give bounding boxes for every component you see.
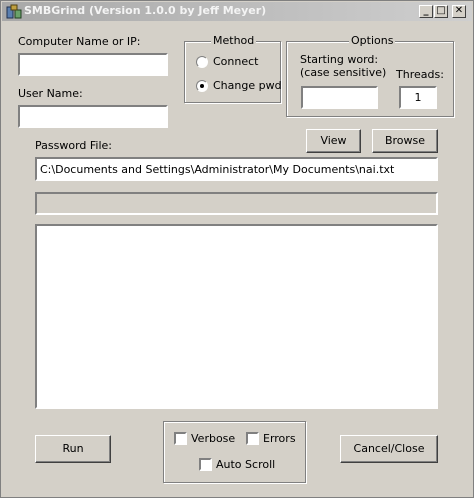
close-button[interactable]: ✕: [452, 5, 466, 18]
method-groupbox: [184, 41, 281, 103]
starting-word-field[interactable]: [301, 86, 378, 109]
close-icon: ✕: [454, 5, 464, 16]
progress-bar: [35, 192, 438, 215]
maximize-button[interactable]: □: [434, 5, 448, 18]
computer-name-input[interactable]: [23, 57, 163, 72]
change-pwd-radio-label[interactable]: Change pwd: [213, 79, 282, 92]
run-button[interactable]: Run: [35, 435, 111, 463]
options-caption: Options: [349, 34, 396, 47]
password-file-label: Password File:: [35, 139, 112, 152]
method-caption: Method: [211, 34, 257, 47]
computer-name-label: Computer Name or IP:: [18, 35, 141, 48]
threads-field[interactable]: [399, 86, 437, 109]
title-bar[interactable]: SMBGrind (Version 1.0.0 by Jeff Meyer) _…: [2, 2, 472, 21]
output-log[interactable]: [35, 224, 438, 409]
browse-button[interactable]: Browse: [372, 129, 438, 153]
starting-word-input[interactable]: [306, 90, 373, 105]
smbgrind-window: SMBGrind (Version 1.0.0 by Jeff Meyer) _…: [0, 0, 474, 498]
browse-button-label: Browse: [384, 134, 426, 147]
view-button-label: View: [320, 134, 347, 147]
maximize-icon: □: [436, 5, 446, 16]
password-file-field[interactable]: C:\Documents and Settings\Administrator\…: [35, 157, 438, 181]
minimize-button[interactable]: _: [419, 5, 433, 18]
verbose-checkbox[interactable]: [174, 432, 187, 445]
computer-name-field[interactable]: [18, 53, 168, 76]
threads-label: Threads:: [396, 68, 444, 81]
password-file-path[interactable]: C:\Documents and Settings\Administrator\…: [40, 163, 394, 176]
view-button[interactable]: View: [306, 129, 361, 153]
cancel-close-button-label: Cancel/Close: [353, 442, 425, 455]
app-icon: [6, 4, 22, 19]
threads-input[interactable]: [404, 90, 432, 105]
window-title: SMBGrind (Version 1.0.0 by Jeff Meyer): [24, 4, 267, 17]
errors-checkbox-label[interactable]: Errors: [263, 432, 296, 445]
verbose-checkbox-label[interactable]: Verbose: [191, 432, 235, 445]
cancel-close-button[interactable]: Cancel/Close: [340, 435, 438, 463]
user-name-field[interactable]: [18, 105, 168, 128]
user-name-label: User Name:: [18, 87, 83, 100]
minimize-icon: _: [423, 5, 429, 16]
case-sensitive-label: (case sensitive): [300, 66, 387, 79]
connect-radio[interactable]: [196, 56, 208, 68]
auto-scroll-checkbox[interactable]: [199, 458, 212, 471]
run-button-label: Run: [62, 442, 84, 455]
connect-radio-label[interactable]: Connect: [213, 55, 258, 68]
logging-groupbox: [163, 421, 306, 483]
change-pwd-radio[interactable]: [196, 80, 208, 92]
errors-checkbox[interactable]: [246, 432, 259, 445]
starting-word-label: Starting word:: [300, 53, 379, 66]
user-name-input[interactable]: [23, 109, 163, 124]
auto-scroll-checkbox-label[interactable]: Auto Scroll: [216, 458, 275, 471]
